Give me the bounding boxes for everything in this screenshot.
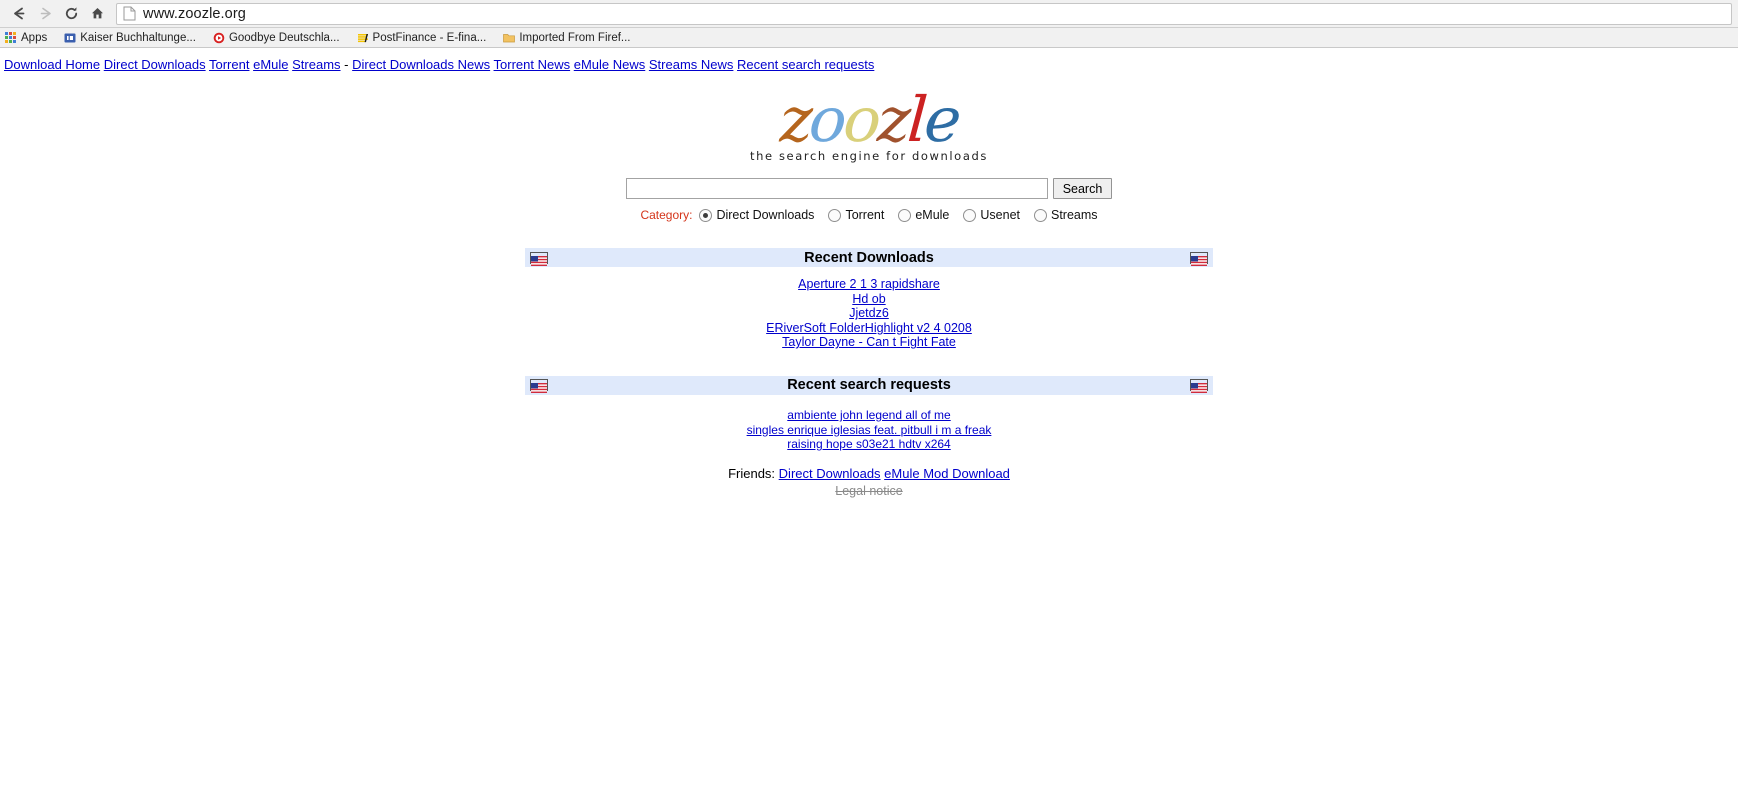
nav-link-direct-downloads-news[interactable]: Direct Downloads News xyxy=(352,57,490,72)
site-top-navigation: Download Home Direct Downloads Torrent e… xyxy=(0,52,1738,75)
list-item[interactable]: Hd ob xyxy=(525,292,1213,307)
list-item[interactable]: Aperture 2 1 3 rapidshare xyxy=(525,277,1213,292)
recent-downloads-header: Recent Downloads xyxy=(525,248,1213,267)
list-item[interactable]: Taylor Dayne - Can t Fight Fate xyxy=(525,335,1213,350)
bookmark-label: PostFinance - E-fina... xyxy=(372,31,487,44)
back-button[interactable] xyxy=(6,1,32,27)
reload-icon xyxy=(63,5,80,22)
forward-button[interactable] xyxy=(32,1,58,27)
radio-icon[interactable] xyxy=(1034,208,1047,222)
friends-link-direct-downloads[interactable]: Direct Downloads xyxy=(779,466,881,481)
home-button[interactable] xyxy=(84,1,110,27)
folder-icon xyxy=(503,32,516,44)
bookmark-label: Goodbye Deutschla... xyxy=(228,31,340,44)
back-arrow-icon xyxy=(11,5,28,22)
nav-link-emule[interactable]: eMule xyxy=(253,57,288,72)
blue-square-icon xyxy=(64,32,76,44)
radio-icon[interactable] xyxy=(898,208,912,222)
nav-separator: - xyxy=(344,57,349,72)
logo-letter-z1: z xyxy=(778,82,811,157)
forward-arrow-icon xyxy=(37,5,54,22)
logo-letter-o1: o xyxy=(806,83,847,156)
radio-icon[interactable] xyxy=(963,208,977,222)
legal-row: Legal notice xyxy=(0,482,1738,500)
nav-link-torrent-news[interactable]: Torrent News xyxy=(494,57,571,72)
us-flag-icon xyxy=(530,251,548,266)
bookmark-item-goodbye-deutschland[interactable]: Goodbye Deutschla... xyxy=(213,32,340,44)
bookmark-item-postfinance[interactable]: PostFinance - E-fina... xyxy=(357,31,487,44)
address-bar[interactable]: www.zoozle.org xyxy=(116,2,1732,25)
bookmark-item-imported-from-firefox[interactable]: Imported From Firef... xyxy=(503,31,631,44)
browser-toolbar: www.zoozle.org xyxy=(0,0,1738,28)
list-item[interactable]: ambiente john legend all of me xyxy=(525,408,1213,423)
radio-icon[interactable] xyxy=(828,208,842,222)
main-content: zoozle the search engine for downloads S… xyxy=(0,82,1738,500)
friends-label: Friends: xyxy=(728,465,776,481)
category-option-label: Torrent xyxy=(845,208,885,222)
list-item[interactable]: singles enrique iglesias feat. pitbull i… xyxy=(525,423,1213,438)
search-form: Search xyxy=(0,178,1738,199)
home-icon xyxy=(89,5,106,22)
red-play-circle-icon xyxy=(213,32,225,44)
bookmarks-bar: Apps Kaiser Buchhaltunge... Goodbye Deut… xyxy=(0,28,1738,48)
bookmark-apps-label: Apps xyxy=(21,31,48,44)
recent-downloads-section: Recent Downloads Aperture 2 1 3 rapidsha… xyxy=(525,248,1213,350)
us-flag-icon xyxy=(1190,251,1208,266)
category-option-torrent[interactable]: Torrent xyxy=(828,208,884,222)
list-item[interactable]: Jjetdz6 xyxy=(525,306,1213,321)
reload-button[interactable] xyxy=(58,1,84,27)
address-bar-text[interactable]: www.zoozle.org xyxy=(143,6,246,22)
recent-searches-title: Recent search requests xyxy=(787,377,951,394)
site-logo[interactable]: zoozle the search engine for downloads xyxy=(748,82,990,163)
nav-link-recent-search-requests[interactable]: Recent search requests xyxy=(737,57,874,72)
radio-icon[interactable] xyxy=(699,208,713,222)
recent-searches-section: Recent search requests ambiente john leg… xyxy=(525,375,1213,452)
list-item[interactable]: raising hope s03e21 hdtv x264 xyxy=(525,437,1213,452)
category-option-label: Direct Downloads xyxy=(716,208,815,222)
search-input[interactable] xyxy=(625,178,1048,199)
apps-grid-icon xyxy=(5,32,16,43)
recent-downloads-title: Recent Downloads xyxy=(804,249,934,266)
category-label: Category: xyxy=(640,208,693,222)
bookmark-label: Imported From Firef... xyxy=(519,31,631,44)
nav-link-emule-news[interactable]: eMule News xyxy=(574,57,646,72)
us-flag-icon xyxy=(530,379,548,394)
nav-link-streams-news[interactable]: Streams News xyxy=(649,57,734,72)
nav-link-direct-downloads[interactable]: Direct Downloads xyxy=(104,57,206,72)
category-option-emule[interactable]: eMule xyxy=(898,208,949,222)
recent-searches-header: Recent search requests xyxy=(525,375,1213,395)
category-filter: Category: Direct Downloads Torrent eMule… xyxy=(0,208,1738,222)
bookmark-apps[interactable]: Apps xyxy=(5,32,47,44)
search-button[interactable]: Search xyxy=(1052,178,1113,199)
document-icon xyxy=(123,6,136,21)
yellow-stack-icon xyxy=(357,32,369,44)
friends-row: Friends: Direct Downloads eMule Mod Down… xyxy=(0,466,1738,481)
bookmark-item-kaiser[interactable]: Kaiser Buchhaltunge... xyxy=(64,32,196,44)
logo-letter-o2: o xyxy=(841,83,881,156)
logo-letter-e: e xyxy=(922,83,961,156)
us-flag-icon xyxy=(1190,379,1208,394)
category-option-direct-downloads[interactable]: Direct Downloads xyxy=(699,208,814,222)
friends-link-emule-mod-download[interactable]: eMule Mod Download xyxy=(884,466,1010,481)
legal-notice-link[interactable]: Legal notice xyxy=(835,484,902,498)
recent-searches-list: ambiente john legend all of me singles e… xyxy=(525,408,1213,452)
logo-wordmark: zoozle xyxy=(748,82,990,157)
bookmark-label: Kaiser Buchhaltunge... xyxy=(80,31,196,44)
recent-downloads-list: Aperture 2 1 3 rapidshare Hd ob Jjetdz6 … xyxy=(525,277,1213,350)
nav-link-torrent[interactable]: Torrent xyxy=(209,57,249,72)
category-option-label: Usenet xyxy=(980,208,1020,222)
category-option-streams[interactable]: Streams xyxy=(1034,208,1098,222)
nav-link-streams[interactable]: Streams xyxy=(292,57,340,72)
category-option-usenet[interactable]: Usenet xyxy=(963,208,1020,222)
logo-letter-z2: z xyxy=(875,83,911,156)
category-option-label: Streams xyxy=(1051,208,1098,222)
list-item[interactable]: ERiverSoft FolderHighlight v2 4 0208 xyxy=(525,321,1213,336)
nav-link-download-home[interactable]: Download Home xyxy=(4,57,100,72)
page-content: Download Home Direct Downloads Torrent e… xyxy=(0,48,1738,500)
category-option-label: eMule xyxy=(915,208,950,222)
